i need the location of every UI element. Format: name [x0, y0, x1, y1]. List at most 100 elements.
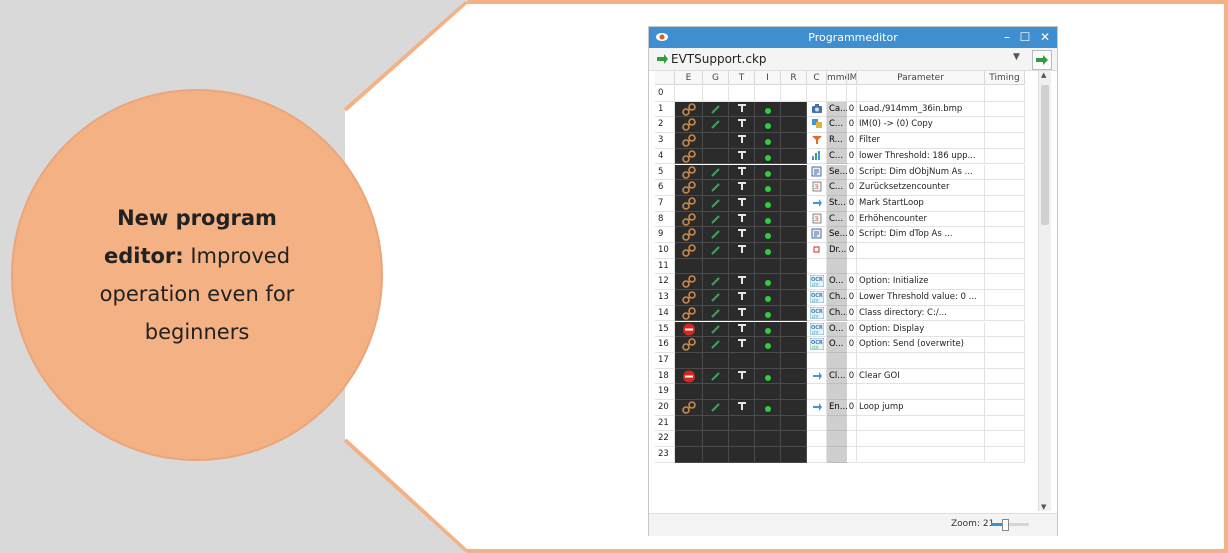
scroll-down-icon[interactable]: ▼	[1041, 503, 1046, 511]
cell-i[interactable]	[755, 211, 781, 228]
row-number[interactable]: 3	[655, 133, 675, 149]
cell-command[interactable]: En...	[827, 400, 847, 416]
cell-i[interactable]	[755, 243, 781, 259]
cell-c[interactable]	[807, 86, 827, 102]
cell-i[interactable]	[755, 305, 781, 322]
cell-command[interactable]: Se...	[827, 164, 847, 181]
cell-r[interactable]	[781, 400, 807, 416]
cell-r[interactable]	[781, 133, 807, 149]
cell-c[interactable]	[807, 148, 827, 165]
cell-i[interactable]	[755, 352, 781, 369]
row-number[interactable]: 17	[655, 352, 675, 369]
cell-timing[interactable]	[985, 368, 1025, 385]
cell-command[interactable]	[827, 415, 847, 432]
cell-g[interactable]	[703, 431, 729, 448]
cell-t[interactable]	[729, 258, 755, 275]
cell-parameter[interactable]: Script: Dim dObjNum As ...	[857, 164, 985, 181]
cell-t[interactable]	[729, 290, 755, 306]
cell-i[interactable]	[755, 321, 781, 338]
cell-e[interactable]	[675, 321, 703, 338]
cell-i[interactable]	[755, 274, 781, 291]
cell-command[interactable]: Dr...	[827, 243, 847, 259]
cell-t[interactable]	[729, 305, 755, 322]
scroll-up-icon[interactable]: ▲	[1041, 71, 1046, 79]
maximize-button[interactable]: ☐	[1017, 29, 1033, 45]
cell-c[interactable]	[807, 101, 827, 118]
cell-g[interactable]	[703, 290, 729, 306]
cell-e[interactable]	[675, 415, 703, 432]
cell-c[interactable]: OCR ctrl	[807, 274, 827, 291]
cell-c[interactable]	[807, 368, 827, 385]
cell-g[interactable]	[703, 164, 729, 181]
cell-g[interactable]	[703, 243, 729, 259]
cell-im[interactable]	[847, 431, 857, 448]
column-header-e[interactable]: E	[675, 71, 703, 85]
cell-c[interactable]: 3	[807, 211, 827, 228]
cell-e[interactable]	[675, 305, 703, 322]
cell-timing[interactable]	[985, 431, 1025, 448]
cell-i[interactable]	[755, 290, 781, 306]
cell-im[interactable]: 0	[847, 243, 857, 259]
cell-r[interactable]	[781, 227, 807, 243]
cell-im[interactable]: 0	[847, 133, 857, 149]
cell-e[interactable]	[675, 164, 703, 181]
cell-g[interactable]	[703, 86, 729, 102]
cell-command[interactable]	[827, 384, 847, 400]
cell-parameter[interactable]	[857, 86, 985, 102]
cell-i[interactable]	[755, 86, 781, 102]
cell-im[interactable]	[847, 415, 857, 432]
cell-e[interactable]	[675, 133, 703, 149]
cell-g[interactable]	[703, 258, 729, 275]
cell-t[interactable]	[729, 447, 755, 463]
cell-timing[interactable]	[985, 133, 1025, 149]
cell-command[interactable]: C...	[827, 148, 847, 165]
cell-c[interactable]: OCR ctrl	[807, 337, 827, 353]
row-number[interactable]: 22	[655, 431, 675, 448]
row-number[interactable]: 20	[655, 400, 675, 416]
cell-i[interactable]	[755, 415, 781, 432]
cell-c[interactable]	[807, 447, 827, 463]
cell-parameter[interactable]	[857, 431, 985, 448]
row-number[interactable]: 4	[655, 148, 675, 165]
column-header-r[interactable]: R	[781, 71, 807, 85]
cell-timing[interactable]	[985, 227, 1025, 243]
cell-c[interactable]	[807, 195, 827, 212]
cell-i[interactable]	[755, 431, 781, 448]
cell-timing[interactable]	[985, 274, 1025, 291]
cell-t[interactable]	[729, 195, 755, 212]
cell-t[interactable]	[729, 321, 755, 338]
row-number[interactable]: 14	[655, 305, 675, 322]
cell-parameter[interactable]: Lower Threshold value: 0 ...	[857, 290, 985, 306]
cell-g[interactable]	[703, 447, 729, 463]
cell-timing[interactable]	[985, 195, 1025, 212]
cell-e[interactable]	[675, 274, 703, 291]
cell-t[interactable]	[729, 133, 755, 149]
cell-parameter[interactable]: Option: Send (overwrite)	[857, 337, 985, 353]
cell-c[interactable]	[807, 258, 827, 275]
cell-timing[interactable]	[985, 290, 1025, 306]
column-header-t[interactable]: T	[729, 71, 755, 85]
cell-command[interactable]: C...	[827, 180, 847, 196]
cell-i[interactable]	[755, 337, 781, 353]
cell-r[interactable]	[781, 368, 807, 385]
cell-g[interactable]	[703, 400, 729, 416]
cell-t[interactable]	[729, 101, 755, 118]
cell-timing[interactable]	[985, 86, 1025, 102]
cell-c[interactable]	[807, 164, 827, 181]
cell-r[interactable]	[781, 211, 807, 228]
cell-parameter[interactable]: Load./914mm_36in.bmp	[857, 101, 985, 118]
vertical-scrollbar[interactable]: ▲ ▼	[1038, 71, 1051, 511]
cell-t[interactable]	[729, 415, 755, 432]
cell-e[interactable]	[675, 290, 703, 306]
cell-g[interactable]	[703, 352, 729, 369]
cell-i[interactable]	[755, 148, 781, 165]
row-number[interactable]: 7	[655, 195, 675, 212]
cell-timing[interactable]	[985, 101, 1025, 118]
cell-im[interactable]: 0	[847, 337, 857, 353]
cell-g[interactable]	[703, 211, 729, 228]
cell-command[interactable]: O...	[827, 337, 847, 353]
cell-command[interactable]: R...	[827, 133, 847, 149]
cell-c[interactable]	[807, 400, 827, 416]
cell-i[interactable]	[755, 227, 781, 243]
cell-im[interactable]	[847, 384, 857, 400]
